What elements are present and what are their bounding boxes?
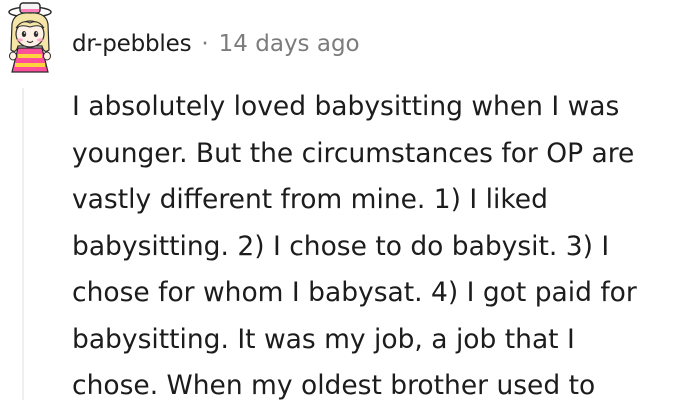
kawaii-character-avatar-icon (8, 2, 52, 73)
comment-body-line: younger. But the circumstances for OP ar… (72, 137, 635, 169)
username-link[interactable]: dr-pebbles (72, 26, 192, 62)
user-avatar[interactable] (4, 2, 56, 78)
meta-separator: · (201, 31, 209, 57)
comment-body: I absolutely loved babysitting when I wa… (72, 84, 692, 400)
comment-body-line: babysitting. 2) I chose to do babysit. 3… (72, 230, 610, 262)
comment-body-line: babysitting. It was my job, a job that I (72, 323, 575, 355)
comment-body-line: vastly different from mine. 1) I liked (72, 184, 548, 215)
comment-meta: dr-pebbles · 14 days ago (72, 26, 360, 62)
thread-line[interactable] (22, 88, 24, 400)
comment: dr-pebbles · 14 days ago I absolutely lo… (0, 0, 700, 400)
comment-timestamp[interactable]: 14 days ago (219, 26, 360, 62)
comment-body-line: I absolutely loved babysitting when I wa… (72, 91, 620, 122)
comment-body-line: chose. When my oldest brother used to (72, 370, 596, 400)
comment-body-line: chose for whom I babysat. 4) I got paid … (72, 277, 637, 308)
